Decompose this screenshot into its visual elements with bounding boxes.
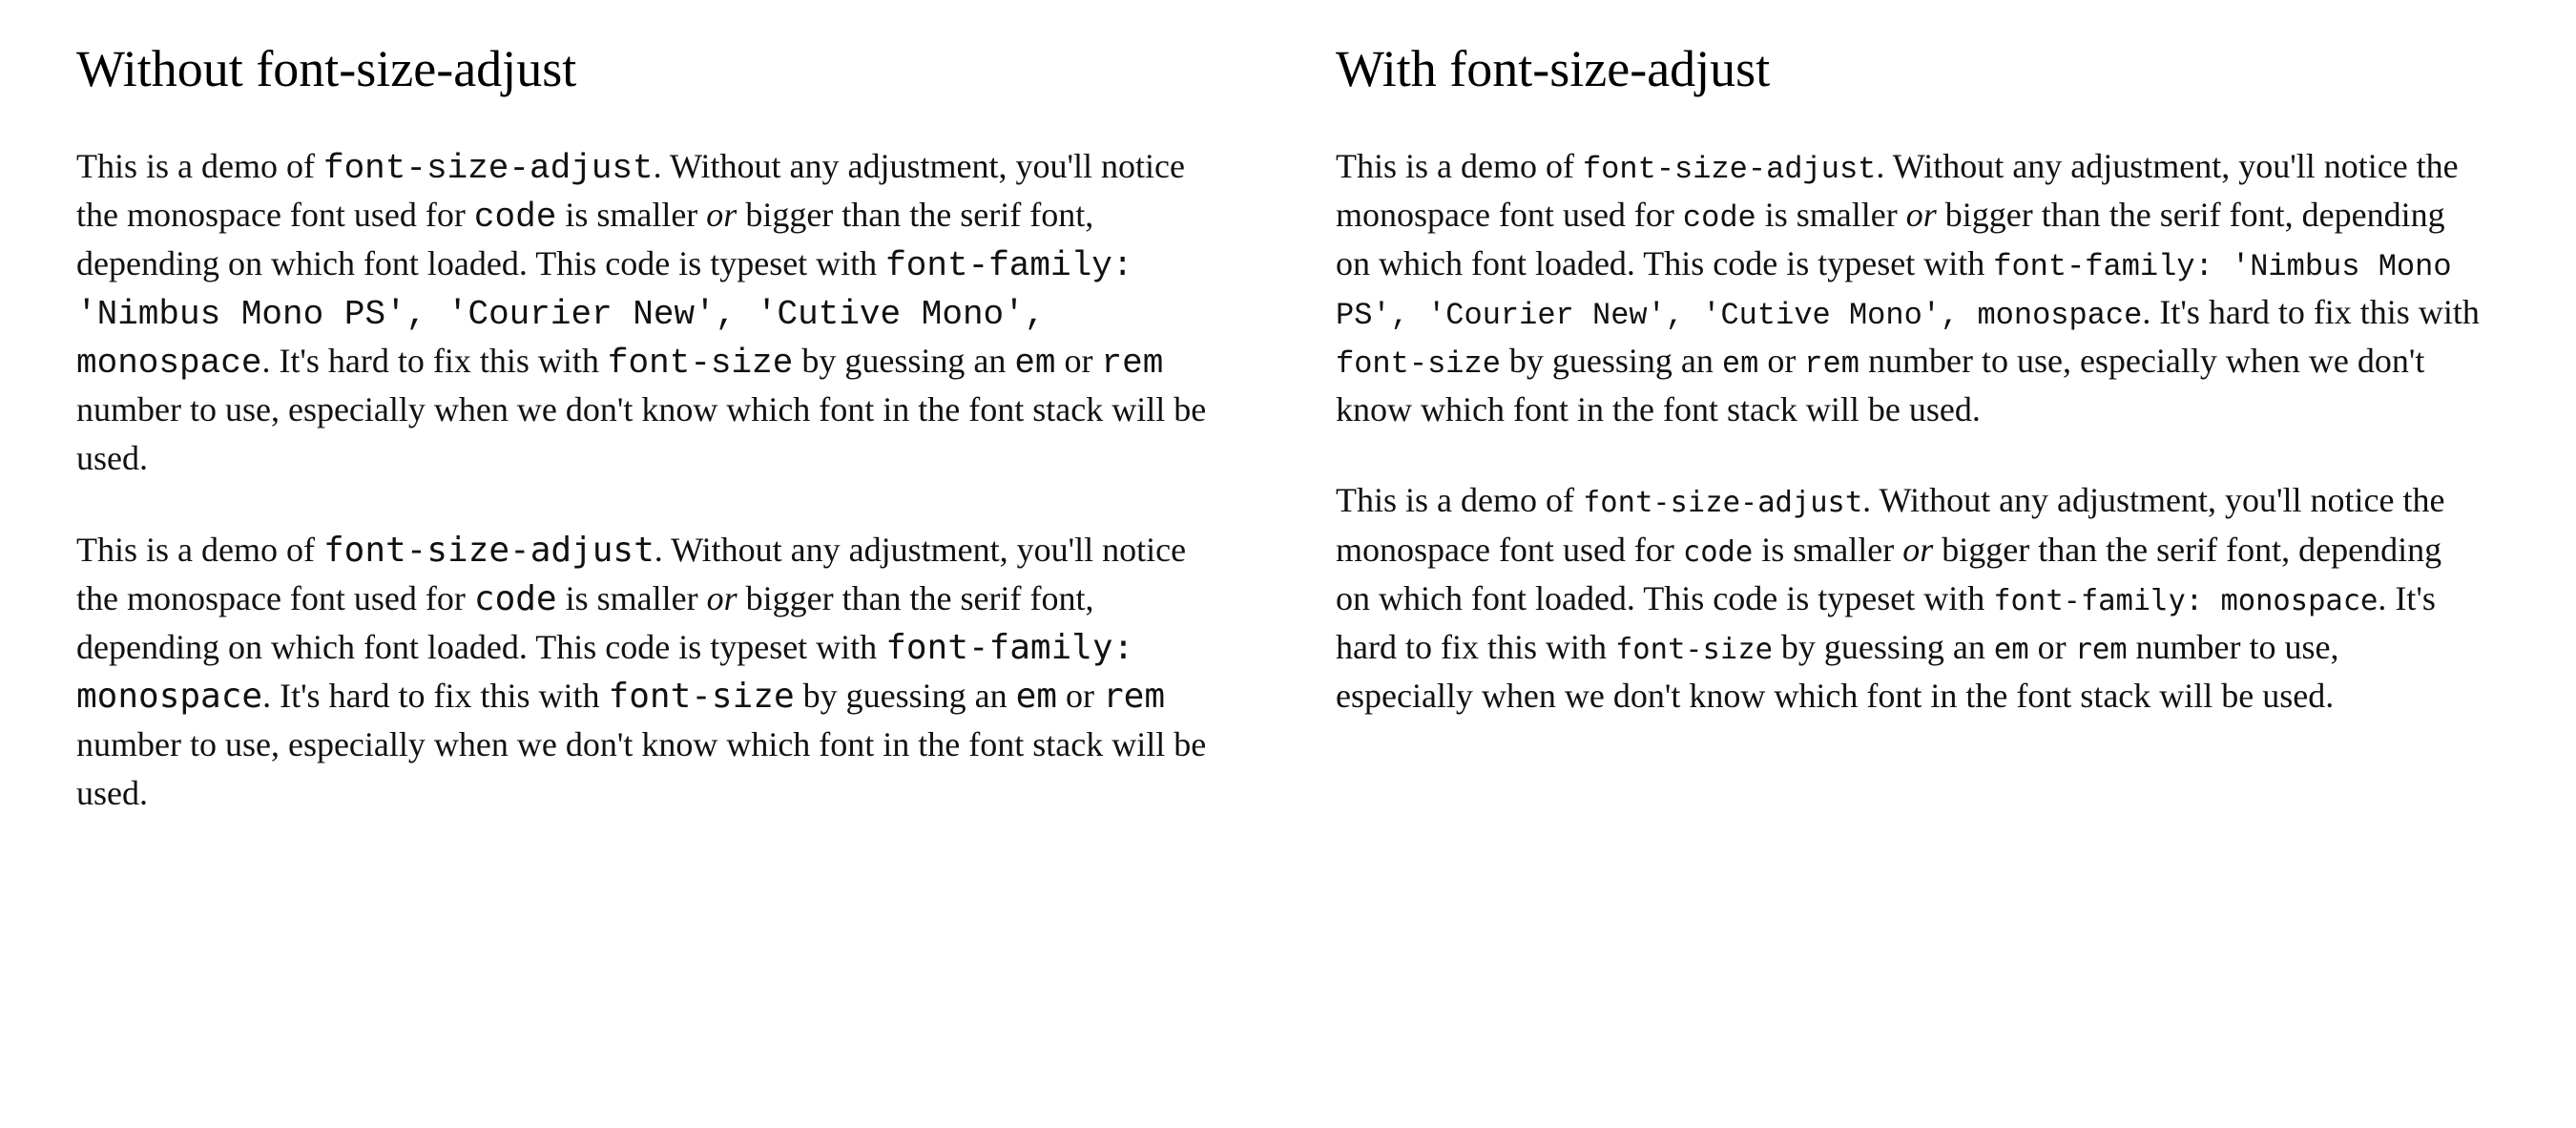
code-font-size-adjust: font-size-adjust [323, 531, 654, 570]
code-font-size-adjust: font-size-adjust [1583, 486, 1862, 519]
left-para-1: This is a demo of font-size-adjust. With… [76, 142, 1221, 484]
code-em: em [1994, 633, 2029, 666]
text: number to use, especially when we don't … [76, 390, 1206, 477]
code-code: code [1683, 535, 1753, 569]
text: . It's hard to fix this with [262, 677, 608, 715]
text: is smaller [557, 579, 707, 617]
text: This is a demo of [76, 531, 323, 569]
code-rem: rem [1102, 344, 1164, 383]
text: or [1056, 342, 1102, 380]
text: . It's hard to fix this with [2142, 293, 2479, 331]
italic-or: or [1902, 531, 1933, 569]
code-font-size: font-size [609, 677, 795, 716]
text: or [1758, 342, 1804, 380]
page: Without font-size-adjust This is a demo … [0, 0, 2576, 898]
heading-without-adjust: Without font-size-adjust [76, 38, 1221, 100]
italic-or: or [707, 579, 737, 617]
column-without-adjust: Without font-size-adjust This is a demo … [76, 38, 1221, 860]
text: . It's hard to fix this with [261, 342, 607, 380]
text: or [1057, 677, 1103, 715]
text: This is a demo of [1336, 147, 1583, 185]
code-font-family-monospace: font-family: monospace [1993, 584, 2378, 617]
text: or [2029, 628, 2075, 666]
code-em: em [1014, 344, 1055, 383]
text: by guessing an [795, 677, 1016, 715]
column-with-adjust: With font-size-adjust This is a demo of … [1336, 38, 2481, 860]
text: by guessing an [1773, 628, 1994, 666]
right-para-2: This is a demo of font-size-adjust. With… [1336, 476, 2481, 721]
text: is smaller [1756, 196, 1906, 234]
code-rem: rem [1804, 346, 1859, 382]
italic-or: or [706, 196, 737, 234]
code-code: code [1683, 200, 1756, 236]
text: is smaller [1753, 531, 1902, 569]
code-code: code [474, 198, 556, 237]
italic-or: or [1906, 196, 1937, 234]
code-em: em [1722, 346, 1758, 382]
code-font-size: font-size [1336, 346, 1501, 382]
right-para-1: This is a demo of font-size-adjust. With… [1336, 142, 2481, 435]
code-rem: rem [2075, 633, 2128, 666]
text: This is a demo of [76, 147, 323, 185]
code-font-size-adjust: font-size-adjust [1583, 152, 1876, 187]
text: number to use, especially when we don't … [76, 725, 1206, 812]
left-para-2: This is a demo of font-size-adjust. With… [76, 526, 1221, 819]
code-em: em [1016, 677, 1057, 716]
text: is smaller [556, 196, 706, 234]
heading-with-adjust: With font-size-adjust [1336, 38, 2481, 100]
code-font-size: font-size [608, 344, 793, 383]
text: by guessing an [793, 342, 1014, 380]
text: This is a demo of [1336, 481, 1583, 519]
code-rem: rem [1103, 677, 1165, 716]
text: by guessing an [1501, 342, 1722, 380]
code-font-size-adjust: font-size-adjust [323, 149, 654, 188]
code-font-size: font-size [1615, 633, 1773, 666]
code-code: code [474, 579, 557, 618]
